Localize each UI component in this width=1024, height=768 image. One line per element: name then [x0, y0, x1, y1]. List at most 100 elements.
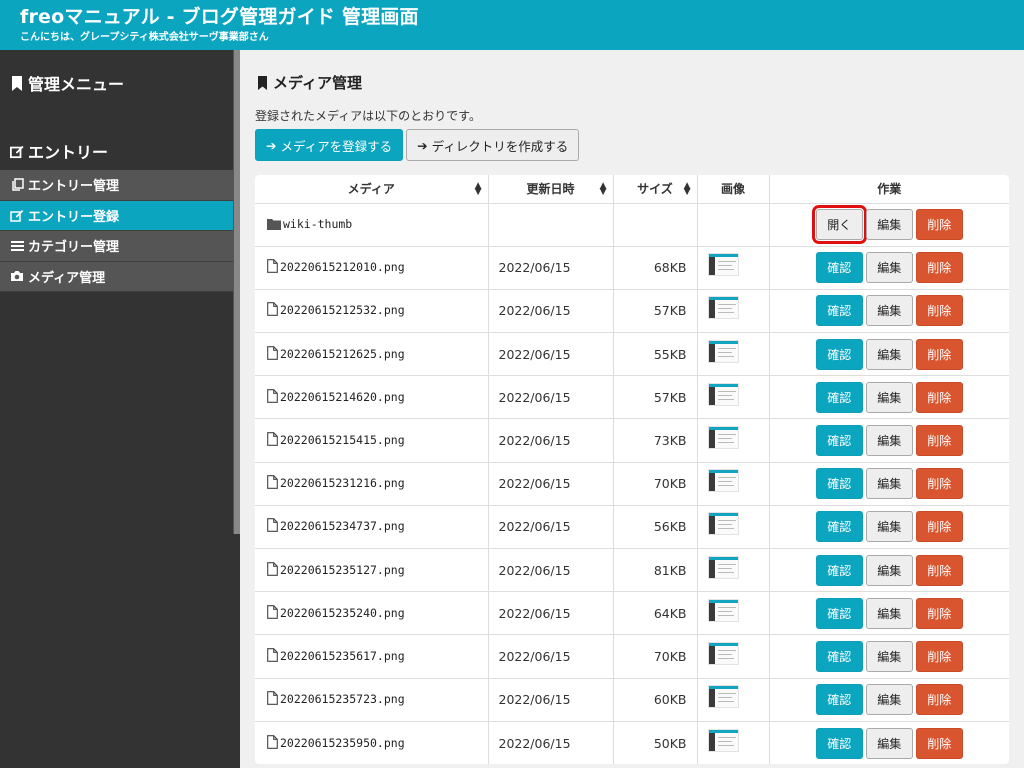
actions-cell: 確認 編集 削除	[769, 677, 1009, 722]
media-name-cell: 20220615235127.png	[255, 547, 489, 592]
column-header-media[interactable]: メディア ▲ ▼	[255, 175, 489, 204]
edit-button[interactable]: 編集	[865, 209, 913, 241]
edit-button[interactable]: 編集	[865, 381, 913, 413]
media-thumbnail[interactable]	[707, 426, 739, 450]
edit-button[interactable]: 編集	[865, 425, 913, 457]
size-cell	[613, 202, 698, 247]
media-thumbnail[interactable]	[707, 382, 739, 406]
sidebar: 管理メニュー エントリー エントリー管理 エントリー登録 カテゴリー管理 メディ…	[0, 50, 240, 768]
table-row: 20220615212532.png 2022/06/15 57KB 確認 編集 削除	[255, 288, 1009, 333]
image-cell	[697, 720, 770, 765]
media-thumbnail[interactable]	[707, 555, 739, 579]
edit-button[interactable]: 編集	[865, 295, 913, 327]
delete-button[interactable]: 削除	[915, 338, 963, 370]
confirm-button[interactable]: 確認	[815, 381, 863, 413]
delete-button[interactable]: 削除	[915, 252, 963, 284]
media-thumbnail[interactable]	[707, 296, 739, 320]
delete-button[interactable]: 削除	[915, 727, 963, 759]
actions-cell: 開く 編集 削除	[769, 202, 1009, 247]
confirm-button[interactable]: 確認	[815, 295, 863, 327]
edit-button[interactable]: 編集	[865, 597, 913, 629]
edit-button[interactable]: 編集	[865, 511, 913, 543]
delete-button[interactable]: 削除	[915, 425, 963, 457]
page-title-label: メディア管理	[273, 74, 362, 92]
confirm-button[interactable]: 確認	[815, 684, 863, 716]
media-thumbnail[interactable]	[707, 728, 739, 752]
table-row: 20220615212625.png 2022/06/15 55KB 確認 編集 削除	[255, 332, 1009, 376]
confirm-button[interactable]: 確認	[815, 338, 863, 370]
media-table-wrapper: メディア ▲ ▼ 更新日時 ▲ ▼ サイズ ▲ ▼ 画像 作業 wiki-thumb 開く 編集…	[255, 175, 1009, 765]
delete-button[interactable]: 削除	[915, 640, 963, 672]
edit-button[interactable]: 編集	[865, 338, 913, 370]
sidebar-item-label: エントリー管理	[28, 179, 120, 195]
media-name-cell: 20220615215415.png	[255, 418, 489, 463]
delete-button[interactable]: 削除	[915, 381, 963, 413]
file-icon	[267, 302, 278, 319]
register-media-button[interactable]: ➔ メディアを登録する	[255, 129, 404, 161]
actions-cell: 確認 編集 削除	[769, 504, 1009, 549]
media-thumbnail[interactable]	[707, 598, 739, 622]
edit-icon	[10, 208, 24, 222]
media-name: 20220615235617.png	[280, 648, 405, 663]
sidebar-scrollbar[interactable]	[233, 50, 240, 534]
sort-icon: ▲ ▼	[683, 181, 691, 197]
sidebar-item-label: メディア管理	[28, 270, 106, 286]
open-button[interactable]: 開く	[811, 205, 867, 245]
delete-button[interactable]: 削除	[915, 209, 963, 241]
image-cell	[697, 245, 770, 290]
column-header-size[interactable]: サイズ ▲ ▼	[613, 175, 698, 204]
size-cell: 50KB	[613, 720, 698, 765]
media-thumbnail[interactable]	[707, 641, 739, 665]
confirm-button[interactable]: 確認	[815, 640, 863, 672]
updated-cell: 2022/06/15	[488, 591, 614, 635]
media-thumbnail[interactable]	[707, 253, 739, 277]
confirm-button[interactable]: 確認	[815, 511, 863, 543]
edit-button[interactable]: 編集	[865, 727, 913, 759]
actions-cell: 確認 編集 削除	[769, 461, 1009, 506]
size-cell: 70KB	[613, 634, 698, 679]
table-row: 20220615215415.png 2022/06/15 73KB 確認 編集 削除	[255, 418, 1009, 463]
confirm-button[interactable]: 確認	[815, 727, 863, 759]
size-cell: 60KB	[613, 677, 698, 722]
edit-button[interactable]: 編集	[865, 468, 913, 500]
delete-button[interactable]: 削除	[915, 597, 963, 629]
confirm-button[interactable]: 確認	[815, 252, 863, 284]
media-thumbnail[interactable]	[707, 339, 739, 363]
delete-button[interactable]: 削除	[915, 684, 963, 716]
size-cell: 73KB	[613, 418, 698, 463]
edit-button[interactable]: 編集	[865, 252, 913, 284]
media-name[interactable]: wiki-thumb	[283, 217, 352, 231]
media-name-cell: 20220615235240.png	[255, 591, 489, 635]
confirm-button[interactable]: 確認	[815, 597, 863, 629]
sidebar-menu-heading: 管理メニュー	[10, 71, 124, 95]
actions-cell: 確認 編集 削除	[769, 720, 1009, 765]
media-name: 20220615212010.png	[280, 260, 405, 275]
delete-button[interactable]: 削除	[915, 468, 963, 500]
table-row: 20220615235127.png 2022/06/15 81KB 確認 編集 削除	[255, 547, 1009, 592]
actions-cell: 確認 編集 削除	[769, 375, 1009, 419]
confirm-button[interactable]: 確認	[815, 468, 863, 500]
file-icon	[267, 604, 278, 622]
create-directory-button[interactable]: ➔ ディレクトリを作成する	[406, 129, 580, 161]
sidebar-item-entry-manage[interactable]: エントリー管理	[0, 170, 233, 201]
delete-button[interactable]: 削除	[915, 511, 963, 543]
edit-button[interactable]: 編集	[865, 554, 913, 586]
file-icon	[267, 432, 278, 449]
image-cell	[697, 677, 770, 722]
media-thumbnail[interactable]	[707, 469, 739, 493]
confirm-button[interactable]: 確認	[815, 554, 863, 586]
edit-button[interactable]: 編集	[865, 684, 913, 716]
column-header-updated[interactable]: 更新日時 ▲ ▼	[488, 175, 614, 204]
arrow-right-icon: ➔	[417, 137, 428, 153]
delete-button[interactable]: 削除	[915, 295, 963, 327]
media-thumbnail[interactable]	[707, 512, 739, 536]
edit-button[interactable]: 編集	[865, 640, 913, 672]
size-cell: 55KB	[613, 332, 698, 376]
delete-button[interactable]: 削除	[915, 554, 963, 586]
media-thumbnail[interactable]	[707, 685, 739, 709]
sidebar-item-entry-register[interactable]: エントリー登録	[0, 200, 233, 231]
sidebar-item-media-manage[interactable]: メディア管理	[0, 261, 233, 292]
image-cell	[697, 461, 770, 506]
confirm-button[interactable]: 確認	[815, 425, 863, 457]
sidebar-item-category-manage[interactable]: カテゴリー管理	[0, 231, 233, 262]
